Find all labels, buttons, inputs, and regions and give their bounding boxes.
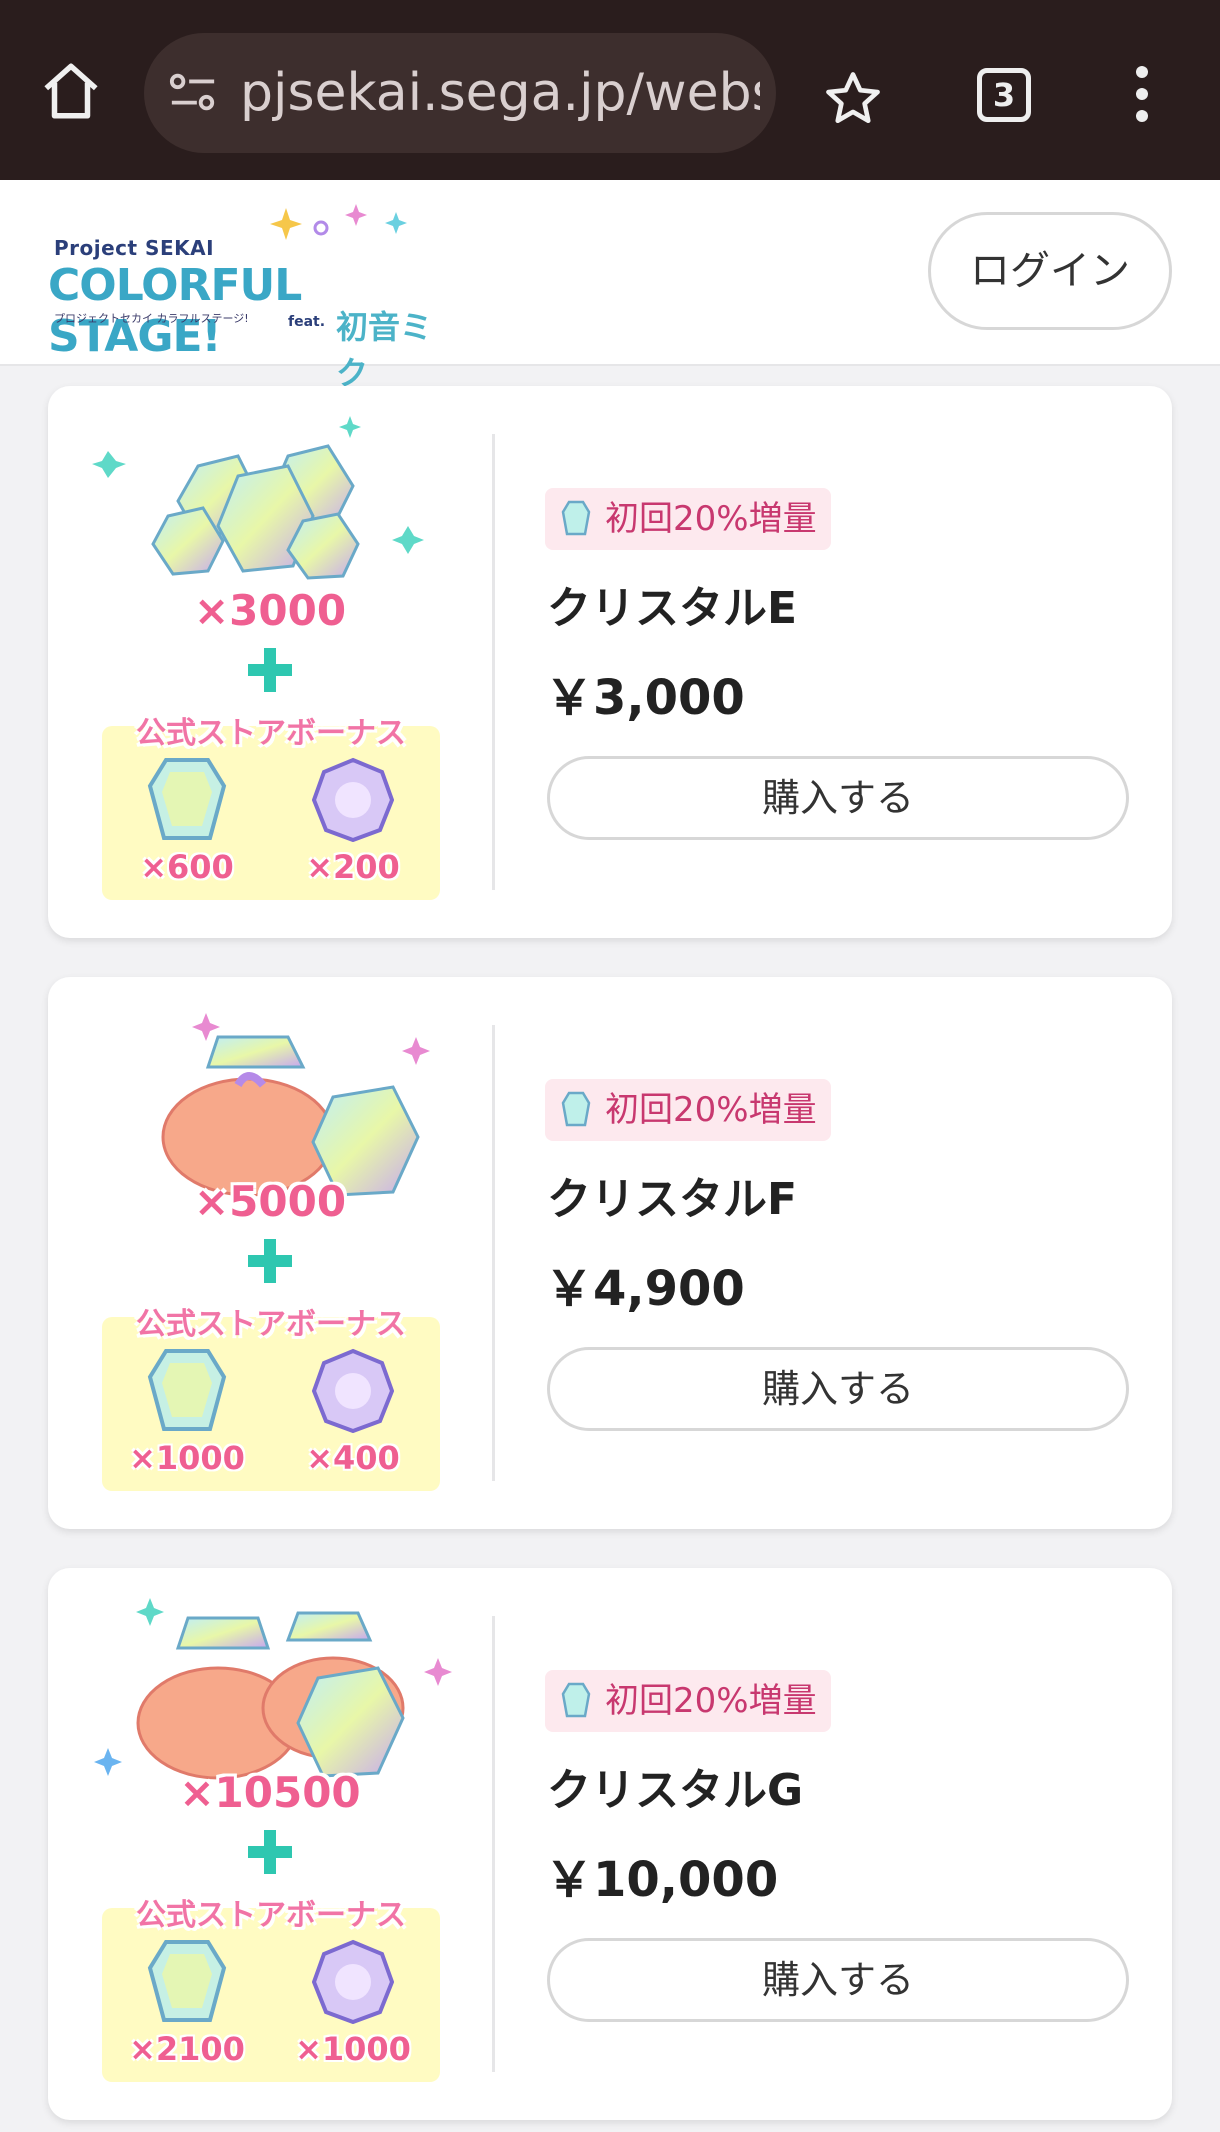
sparkle-decoration-icon — [270, 204, 407, 240]
home-icon[interactable] — [38, 58, 104, 124]
bonus-gem-quantity: ×1000 — [295, 2030, 411, 2068]
crystal-quantity: ×3000 — [193, 586, 347, 635]
address-bar[interactable]: pjsekai.sega.jp/webst — [144, 33, 776, 153]
product-info: 初回20%増量 クリスタルF ￥4,900 購入する — [495, 977, 1172, 1529]
crystal-badge-icon — [561, 500, 591, 536]
overflow-menu-icon[interactable] — [1130, 66, 1154, 126]
crystal-quantity: ×5000 — [193, 1177, 347, 1226]
product-card: ×5000 公式ストアボーナス ×1000 ×400 初回20%増量 クリスタル… — [48, 977, 1172, 1529]
product-info: 初回20%増量 クリスタルG ￥10,000 購入する — [495, 1568, 1172, 2120]
store-bonus-box: 公式ストアボーナス ×1000 ×400 — [102, 1307, 440, 1491]
buy-button[interactable]: 購入する — [547, 1938, 1129, 2022]
store-bonus-box: 公式ストアボーナス ×2100 ×1000 — [102, 1898, 440, 2082]
store-bonus-box: 公式ストアボーナス ×600 ×200 — [102, 716, 440, 900]
store-bonus-title: 公式ストアボーナス — [136, 1307, 406, 1342]
product-name: クリスタルE — [547, 583, 798, 634]
bonus-crystal-quantity: ×600 — [140, 848, 234, 886]
bonus-crystal-icon — [147, 1940, 227, 2022]
store-bonus-title: 公式ストアボーナス — [136, 1898, 406, 1933]
first-purchase-badge: 初回20%増量 — [545, 1079, 831, 1141]
product-visual: ×10500 公式ストアボーナス ×2100 ×1000 — [48, 1568, 492, 2120]
store-bonus-title: 公式ストアボーナス — [136, 716, 406, 751]
bonus-gem-quantity: ×200 — [306, 848, 400, 886]
browser-toolbar: pjsekai.sega.jp/webst 3 — [0, 0, 1220, 180]
product-visual: ×5000 公式ストアボーナス ×1000 ×400 — [48, 977, 492, 1529]
logo-project-sekai-text: Project SEKAI — [54, 236, 215, 260]
bonus-crystal-icon — [147, 758, 227, 840]
product-visual: ×3000 公式ストアボーナス ×600 ×200 — [48, 386, 492, 938]
tab-switcher-button[interactable]: 3 — [977, 68, 1031, 122]
bookmark-star-icon[interactable] — [822, 68, 884, 130]
site-logo[interactable]: Project SEKAI COLORFUL STAGE! プロジェクトセカイ … — [46, 198, 446, 392]
bonus-crystal-quantity: ×2100 — [129, 2030, 245, 2068]
login-button[interactable]: ログイン — [928, 212, 1172, 330]
plus-icon — [248, 1830, 292, 1874]
first-purchase-badge: 初回20%増量 — [545, 488, 831, 550]
product-price: ￥4,900 — [545, 1261, 745, 1317]
first-purchase-badge: 初回20%増量 — [545, 1670, 831, 1732]
bonus-crystal-quantity: ×1000 — [129, 1439, 245, 1477]
crystal-quantity: ×10500 — [179, 1768, 361, 1817]
bonus-gem-icon — [312, 757, 394, 842]
plus-icon — [248, 1239, 292, 1283]
badge-label: 初回20%増量 — [605, 499, 817, 539]
url-text[interactable]: pjsekai.sega.jp/webst — [240, 63, 760, 123]
logo-feat-text: feat. — [288, 314, 326, 330]
product-price: ￥3,000 — [545, 670, 745, 726]
buy-button[interactable]: 購入する — [547, 756, 1129, 840]
bonus-gem-icon — [312, 1939, 394, 2024]
buy-button[interactable]: 購入する — [547, 1347, 1129, 1431]
product-info: 初回20%増量 クリスタルE ￥3,000 購入する — [495, 386, 1172, 938]
product-price: ￥10,000 — [545, 1852, 779, 1908]
bonus-gem-quantity: ×400 — [306, 1439, 400, 1477]
badge-label: 初回20%増量 — [605, 1681, 817, 1721]
product-card: ×3000 公式ストアボーナス ×600 ×200 初回20%増量 クリスタルE… — [48, 386, 1172, 938]
crystal-badge-icon — [561, 1091, 591, 1127]
logo-miku-text: 初音ミク — [336, 308, 433, 392]
site-header: Project SEKAI COLORFUL STAGE! プロジェクトセカイ … — [0, 180, 1220, 392]
badge-label: 初回20%増量 — [605, 1090, 817, 1130]
site-settings-icon[interactable] — [168, 71, 218, 115]
crystal-badge-icon — [561, 1682, 591, 1718]
bonus-crystal-icon — [147, 1349, 227, 1431]
bonus-gem-icon — [312, 1348, 394, 1433]
logo-subtitle-text: プロジェクトセカイ カラフルステージ! — [54, 312, 249, 325]
plus-icon — [248, 648, 292, 692]
product-name: クリスタルF — [547, 1174, 798, 1225]
product-name: クリスタルG — [547, 1765, 804, 1816]
product-card: ×10500 公式ストアボーナス ×2100 ×1000 初回20%増量 クリス… — [48, 1568, 1172, 2120]
